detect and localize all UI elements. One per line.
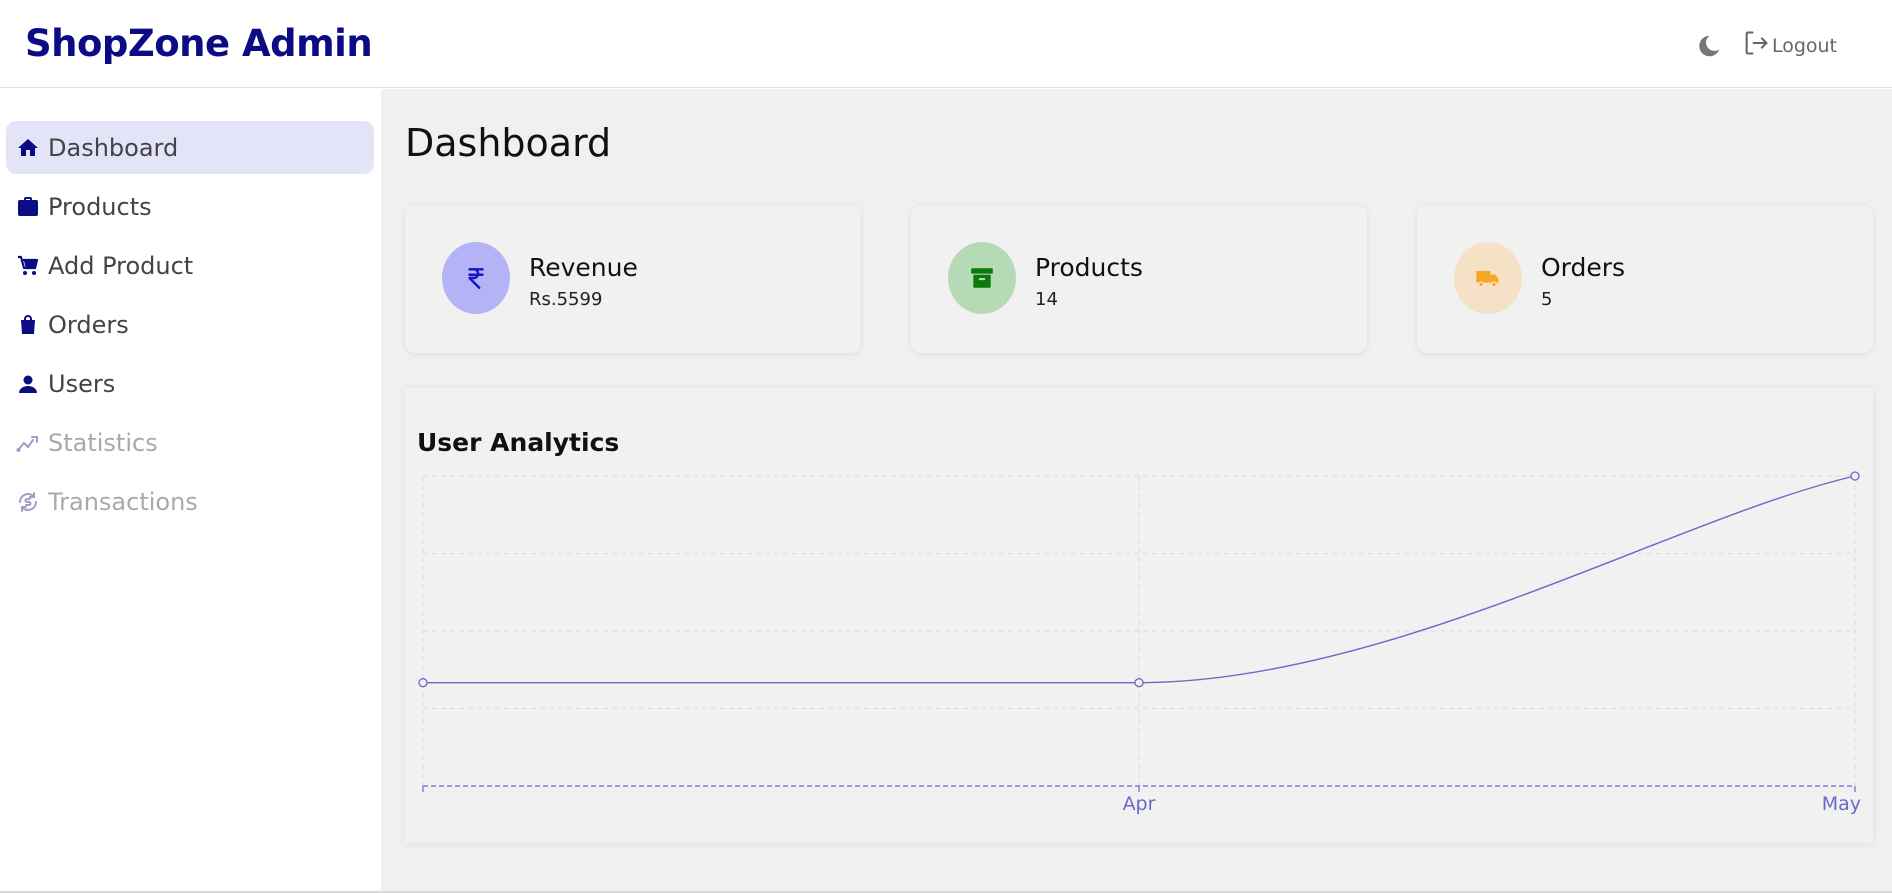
card-value: Rs.5599 bbox=[529, 289, 603, 310]
x-tick-label: May bbox=[1822, 793, 1861, 815]
chart-plot: Apr May bbox=[418, 471, 1861, 815]
archive-icon bbox=[948, 242, 1016, 314]
stat-card-revenue: Revenue Rs.5599 bbox=[405, 205, 861, 353]
data-point bbox=[1134, 678, 1144, 688]
user-icon bbox=[15, 371, 41, 397]
sidebar-item-label: Orders bbox=[48, 310, 129, 339]
logout-label: Logout bbox=[1771, 34, 1837, 57]
sidebar-item-products[interactable]: Products bbox=[6, 180, 374, 233]
card-title: Products bbox=[1035, 253, 1143, 282]
rupee-icon bbox=[442, 242, 510, 314]
logout-icon bbox=[1742, 29, 1770, 62]
sidebar-item-orders[interactable]: Orders bbox=[6, 298, 374, 351]
sidebar: Dashboard Products Add Product Orders Us… bbox=[0, 89, 381, 893]
sidebar-item-dashboard[interactable]: Dashboard bbox=[6, 121, 374, 174]
sidebar-item-label: Dashboard bbox=[48, 133, 179, 162]
sidebar-item-label: Add Product bbox=[48, 251, 194, 280]
cart-icon bbox=[15, 253, 41, 279]
card-value: 5 bbox=[1541, 289, 1553, 310]
card-value: 14 bbox=[1035, 289, 1058, 310]
data-point bbox=[418, 678, 428, 688]
stat-card-products: Products 14 bbox=[911, 205, 1367, 353]
card-title: Orders bbox=[1541, 253, 1626, 282]
sidebar-item-label: Statistics bbox=[48, 428, 158, 457]
main-content: Dashboard Revenue Rs.5599 Products 14 Or… bbox=[381, 89, 1892, 893]
x-tick-label: Apr bbox=[1123, 793, 1156, 815]
sidebar-item-label: Transactions bbox=[48, 487, 198, 516]
sidebar-item-statistics[interactable]: Statistics bbox=[6, 416, 374, 469]
sidebar-item-label: Products bbox=[48, 192, 152, 221]
sidebar-item-add-product[interactable]: Add Product bbox=[6, 239, 374, 292]
home-icon bbox=[15, 135, 41, 161]
sidebar-item-label: Users bbox=[48, 369, 116, 398]
data-point bbox=[1850, 471, 1860, 481]
stat-card-orders: Orders 5 bbox=[1417, 205, 1873, 353]
truck-icon bbox=[1454, 242, 1522, 314]
top-actions: Logout bbox=[1696, 29, 1837, 62]
trend-icon bbox=[15, 430, 41, 456]
logout-button[interactable]: Logout bbox=[1742, 29, 1837, 62]
top-bar: ShopZone Admin Logout bbox=[0, 0, 1892, 88]
shopping-bag-icon bbox=[15, 312, 41, 338]
exchange-icon bbox=[15, 489, 41, 515]
user-analytics-chart: User Analytics Apr May bbox=[405, 388, 1873, 843]
sidebar-item-users[interactable]: Users bbox=[6, 357, 374, 410]
app-title: ShopZone Admin bbox=[25, 22, 373, 65]
moon-icon[interactable] bbox=[1696, 33, 1722, 59]
sidebar-item-transactions[interactable]: Transactions bbox=[6, 475, 374, 528]
page-title: Dashboard bbox=[405, 121, 612, 165]
briefcase-icon bbox=[15, 194, 41, 220]
card-title: Revenue bbox=[529, 253, 638, 282]
